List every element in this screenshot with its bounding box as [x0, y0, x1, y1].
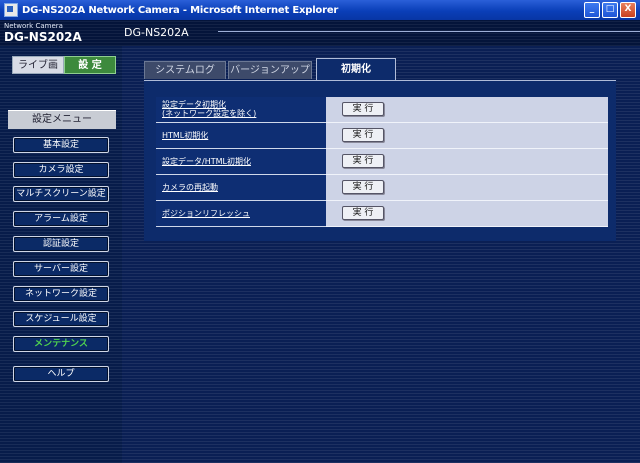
execute-button[interactable]: 実 行	[342, 180, 384, 194]
main-content: システムログ バージョンアップ 初期化 設定データ初期化 (ネットワーク設定を除く…	[122, 46, 640, 463]
position-refresh-link[interactable]: ポジションリフレッシュ	[156, 201, 326, 218]
row-value: 実 行	[326, 123, 608, 149]
sidebar-item-alarm[interactable]: アラーム設定	[13, 211, 109, 227]
row-label: 設定データ/HTML初期化	[156, 149, 326, 175]
execute-button[interactable]: 実 行	[342, 154, 384, 168]
reset-settings-link[interactable]: 設定データ初期化 (ネットワーク設定を除く)	[156, 97, 326, 118]
page-header: Network Camera DG-NS202A DG-NS202A	[0, 20, 640, 46]
sidebar-item-help[interactable]: ヘルプ	[13, 366, 109, 382]
close-button[interactable]: X	[620, 2, 636, 18]
row-label: ポジションリフレッシュ	[156, 201, 326, 227]
window-title-bar[interactable]: DG-NS202A Network Camera - Microsoft Int…	[0, 0, 640, 20]
sidebar-item-camera[interactable]: カメラ設定	[13, 162, 109, 178]
tab-initialize[interactable]: 初期化	[316, 58, 396, 80]
page-title: DG-NS202A	[124, 26, 189, 39]
reset-settings-html-link[interactable]: 設定データ/HTML初期化	[156, 149, 326, 166]
table-row: カメラの再起動 実 行	[156, 175, 608, 201]
sidebar-item-network[interactable]: ネットワーク設定	[13, 286, 109, 302]
sidebar-item-maintenance[interactable]: メンテナンス	[13, 336, 109, 352]
brand-model: DG-NS202A	[4, 30, 82, 44]
reset-settings-line2: (ネットワーク設定を除く)	[162, 109, 257, 118]
reset-settings-line1: 設定データ初期化	[162, 100, 226, 109]
table-row: HTML初期化 実 行	[156, 123, 608, 149]
table-row: 設定データ/HTML初期化 実 行	[156, 149, 608, 175]
execute-button[interactable]: 実 行	[342, 206, 384, 220]
initialize-panel: 設定データ初期化 (ネットワーク設定を除く) 実 行 HTML初期化 実 行 設定…	[144, 80, 616, 241]
ie-app-icon	[4, 3, 18, 17]
row-label: カメラの再起動	[156, 175, 326, 201]
row-label: 設定データ初期化 (ネットワーク設定を除く)	[156, 97, 326, 123]
setup-button[interactable]: 設 定	[64, 56, 116, 74]
restart-camera-link[interactable]: カメラの再起動	[156, 175, 326, 192]
row-label: HTML初期化	[156, 123, 326, 149]
header-divider	[218, 31, 640, 32]
table-row: 設定データ初期化 (ネットワーク設定を除く) 実 行	[156, 97, 608, 123]
sidebar-item-basic[interactable]: 基本設定	[13, 137, 109, 153]
live-view-button[interactable]: ライブ画	[12, 56, 64, 74]
brand-logo: Network Camera DG-NS202A	[4, 22, 82, 44]
tab-version-up[interactable]: バージョンアップ	[228, 61, 312, 79]
window-title: DG-NS202A Network Camera - Microsoft Int…	[22, 4, 339, 16]
sidebar-item-server[interactable]: サーバー設定	[13, 261, 109, 277]
row-value: 実 行	[326, 201, 608, 227]
brand-subtitle: Network Camera	[4, 22, 63, 30]
execute-button[interactable]: 実 行	[342, 102, 384, 116]
row-value: 実 行	[326, 97, 608, 123]
sidebar: ライブ画 設 定 設定メニュー 基本設定 カメラ設定 マルチスクリーン設定 アラ…	[0, 46, 122, 463]
row-value: 実 行	[326, 175, 608, 201]
execute-button[interactable]: 実 行	[342, 128, 384, 142]
sidebar-item-multiscreen[interactable]: マルチスクリーン設定	[13, 186, 109, 202]
maximize-button[interactable]: □	[602, 2, 618, 18]
sidebar-item-auth[interactable]: 認証設定	[13, 236, 109, 252]
tab-system-log[interactable]: システムログ	[144, 61, 226, 79]
sidebar-item-schedule[interactable]: スケジュール設定	[13, 311, 109, 327]
row-value: 実 行	[326, 149, 608, 175]
table-row: ポジションリフレッシュ 実 行	[156, 201, 608, 227]
reset-html-link[interactable]: HTML初期化	[156, 123, 326, 140]
minimize-button[interactable]: _	[584, 2, 600, 18]
menu-heading: 設定メニュー	[8, 110, 116, 129]
